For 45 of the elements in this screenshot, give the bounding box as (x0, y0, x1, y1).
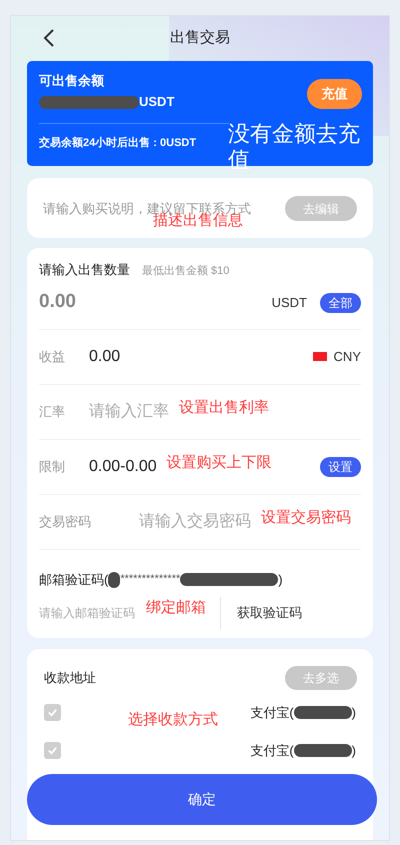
confirm-button[interactable]: 确定 (27, 774, 377, 825)
email-label: 邮箱验证码( (39, 570, 108, 589)
annotation-text: 选择收款方式 (128, 710, 218, 730)
checkbox[interactable] (44, 704, 61, 721)
currency-label: CNY (334, 348, 361, 366)
payment-label: 支付宝( (250, 704, 294, 722)
page-title: 出售交易 (170, 28, 230, 48)
input-field[interactable]: 请输入汇率 (89, 400, 169, 424)
currency-label: USDT (139, 93, 174, 112)
input-field[interactable]: 请输入交易密码 (139, 510, 251, 534)
field-value: 0.00 (89, 346, 120, 366)
redaction-mark (294, 706, 352, 719)
set-button[interactable]: 设置 (320, 456, 361, 476)
redaction-mark (108, 572, 120, 588)
redaction-mark (294, 744, 352, 757)
check-icon (47, 707, 58, 718)
balance-label: 可出售余额 (39, 72, 105, 90)
balance-note: 交易余额24小时后出售 : 0USDT (39, 136, 198, 151)
code-input[interactable]: 请输入邮箱验证码 (39, 604, 135, 622)
checkbox[interactable] (44, 742, 61, 759)
currency-label: USDT (272, 294, 307, 312)
field-label: 交易密码 (39, 512, 92, 531)
all-button[interactable]: 全部 (320, 292, 361, 312)
field-value: 0.00-0.00 (89, 456, 157, 476)
payment-label: ) (352, 742, 356, 760)
email-label: ) (278, 570, 283, 589)
annotation-text: 没有金额去充值 (228, 121, 361, 173)
payment-label: ) (352, 704, 356, 722)
get-code-button[interactable]: 获取验证码 (237, 602, 302, 622)
check-icon (47, 745, 58, 756)
payment-label: 支付宝( (250, 742, 294, 760)
annotation-text: 绑定邮箱 (146, 598, 206, 618)
amount-label: 请输入出售数量 (39, 261, 130, 279)
field-label: 汇率 (39, 402, 66, 421)
section-title: 收款地址 (44, 668, 96, 687)
annotation-text: 设置交易密码 (261, 508, 351, 528)
amount-input[interactable]: 0.00 (39, 288, 76, 317)
flag-icon (312, 352, 327, 361)
field-label: 限制 (39, 458, 66, 476)
recharge-button[interactable]: 充值 (307, 79, 362, 109)
field-label: 收益 (39, 348, 66, 366)
masked-email: ************** (120, 572, 180, 588)
annotation-text: 设置出售利率 (179, 398, 269, 418)
minimum-hint: 最低出售金额 $10 (142, 264, 230, 279)
annotation-text: 设置购买上下限 (166, 453, 272, 474)
